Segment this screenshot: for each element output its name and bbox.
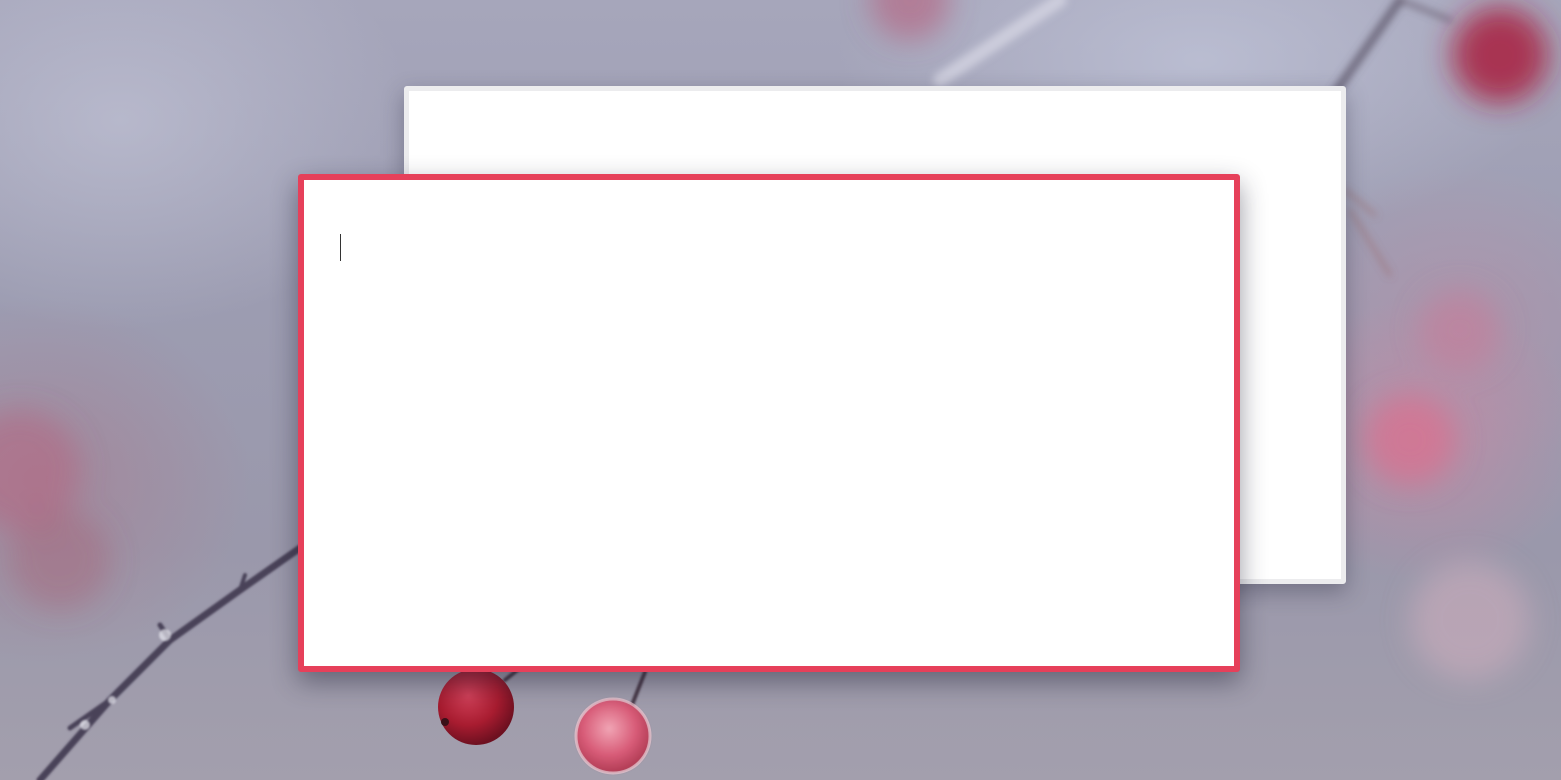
sticky-note-window-front[interactable] [298,174,1240,672]
text-caret [340,234,341,261]
desktop [0,0,1561,780]
